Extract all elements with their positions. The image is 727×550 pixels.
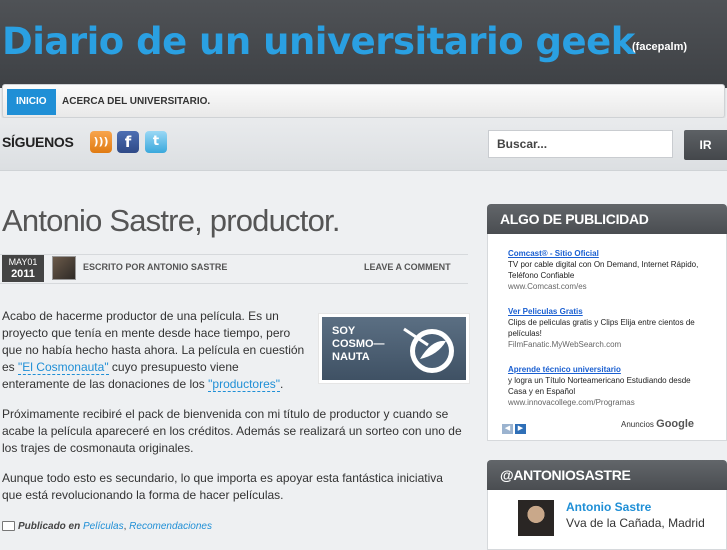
twitter-widget: Antonio Sastre Vva de la Cañada, Madrid bbox=[487, 490, 727, 550]
cosmonauta-image[interactable]: SOY COSMO— NAUTA bbox=[319, 314, 469, 383]
search-button[interactable]: IR bbox=[684, 130, 727, 160]
post-date-year: 2011 bbox=[11, 268, 35, 280]
ad-url[interactable]: www.innovacollege.com/Programas bbox=[508, 397, 708, 408]
ad-next-icon[interactable]: ▶ bbox=[515, 424, 526, 434]
search-input[interactable] bbox=[488, 130, 673, 158]
post-text: . bbox=[280, 377, 284, 391]
ads-by-google[interactable]: Anuncios Google bbox=[621, 418, 694, 430]
ad-title[interactable]: Comcast® - Sitio Oficial bbox=[508, 248, 708, 259]
post-title[interactable]: Antonio Sastre, productor. bbox=[2, 203, 340, 239]
ad-item: Ver Peliculas Gratis Clips de peliculas … bbox=[508, 306, 708, 350]
author-avatar bbox=[52, 256, 76, 280]
post-date-month: MAY01 bbox=[8, 257, 38, 267]
site-title[interactable]: Diario de un universitario geek bbox=[2, 20, 635, 63]
productores-link[interactable]: "productores" bbox=[208, 377, 281, 392]
ads-widget: Comcast® - Sitio Oficial TV por cable di… bbox=[487, 234, 727, 441]
ad-url[interactable]: FilmFanatic.MyWebSearch.com bbox=[508, 339, 708, 350]
post-author: ESCRITO POR ANTONIO SASTRE bbox=[83, 262, 228, 272]
image-text-line: NAUTA bbox=[332, 351, 370, 363]
nav-item-inicio[interactable]: INICIO bbox=[7, 89, 56, 115]
twitter-avatar[interactable] bbox=[518, 500, 554, 536]
ads-widget-title: ALGO DE PUBLICIDAD bbox=[487, 204, 727, 234]
category-link-recomendaciones[interactable]: Recomendaciones bbox=[129, 521, 212, 532]
follow-label: SÍGUENOS bbox=[2, 134, 74, 150]
twitter-location: Vva de la Cañada, Madrid bbox=[566, 516, 705, 530]
facebook-icon[interactable]: f bbox=[117, 131, 139, 153]
ad-desc: Clips de peliculas gratis y Clips Elija … bbox=[508, 318, 695, 338]
post-paragraph-1: Acabo de hacerme productor de una pelícu… bbox=[2, 308, 307, 393]
post-footer: Publicado en Películas, Recomendaciones bbox=[2, 521, 212, 532]
ad-title[interactable]: Ver Peliculas Gratis bbox=[508, 306, 708, 317]
twitter-icon[interactable]: t bbox=[145, 131, 167, 153]
ads-label: Anuncios bbox=[621, 420, 654, 429]
twitter-name[interactable]: Antonio Sastre bbox=[566, 500, 651, 514]
ad-desc: TV por cable digital con On Demand, Inte… bbox=[508, 260, 699, 280]
el-cosmonauta-link[interactable]: "El Cosmonauta" bbox=[18, 360, 109, 375]
nav-item-acerca[interactable]: ACERCA DEL UNIVERSITARIO. bbox=[53, 89, 219, 115]
category-link-peliculas[interactable]: Películas bbox=[83, 521, 124, 532]
post-date: MAY01 2011 bbox=[2, 255, 44, 282]
image-text-line: COSMO— bbox=[332, 338, 385, 350]
cosmonauta-image-bg: SOY COSMO— NAUTA bbox=[322, 317, 466, 380]
site-header: Diario de un universitario geek (facepal… bbox=[0, 0, 727, 88]
main-nav: INICIO ACERCA DEL UNIVERSITARIO. bbox=[2, 84, 725, 118]
rss-icon[interactable]: ))) bbox=[90, 131, 112, 153]
ad-desc: y logra un Título Norteamericano Estudia… bbox=[508, 376, 691, 396]
image-text-line: SOY bbox=[332, 325, 356, 337]
post-footer-label: Publicado en bbox=[18, 521, 81, 532]
leave-comment-link[interactable]: LEAVE A COMMENT bbox=[364, 262, 451, 272]
ad-item: Aprende técnico universitario y logra un… bbox=[508, 364, 708, 408]
google-logo: Google bbox=[656, 418, 695, 430]
post-paragraph-3: Aunque todo esto es secundario, lo que i… bbox=[2, 471, 443, 502]
ad-pager: ◀ ▶ bbox=[502, 417, 528, 435]
site-tagline: (facepalm) bbox=[632, 41, 688, 53]
cosmonauta-image-text: SOY COSMO— NAUTA bbox=[332, 325, 385, 364]
ad-prev-icon[interactable]: ◀ bbox=[502, 424, 513, 434]
ad-title[interactable]: Aprende técnico universitario bbox=[508, 364, 708, 375]
ad-item: Comcast® - Sitio Oficial TV por cable di… bbox=[508, 248, 708, 292]
ad-url[interactable]: www.Comcast.com/es bbox=[508, 281, 708, 292]
twitter-widget-title: @ANTONIOSASTRE bbox=[487, 460, 727, 490]
cosmonaut-helmet-icon bbox=[403, 327, 454, 373]
folder-icon bbox=[2, 521, 15, 532]
post-paragraph-2: Próximamente recibiré el pack de bienven… bbox=[2, 407, 462, 455]
